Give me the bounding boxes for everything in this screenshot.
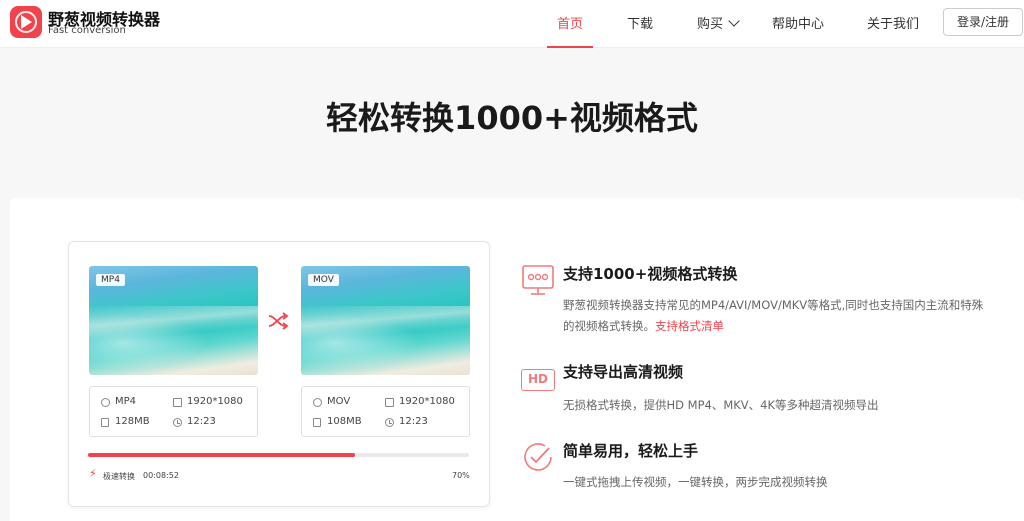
target-resolution: 1920*1080 bbox=[399, 396, 455, 407]
active-nav-indicator bbox=[547, 46, 593, 48]
feature-desc-formats: 野葱视频转换器支持常见的MP4/AVI/MOV/MKV等格式,同时也支持国内主流… bbox=[563, 295, 993, 337]
app-logo-icon[interactable] bbox=[10, 6, 42, 38]
nav-download[interactable]: 下载 bbox=[627, 13, 653, 32]
target-size: 108MB bbox=[327, 416, 362, 427]
clock-icon bbox=[385, 418, 394, 427]
progress-percent: 70% bbox=[452, 471, 470, 480]
feature-desc-formats-text: 野葱视频转换器支持常见的MP4/AVI/MOV/MKV等格式,同时也支持国内主流… bbox=[563, 298, 984, 333]
hero-title: 轻松转换1000+视频格式 bbox=[326, 99, 698, 137]
nav-buy[interactable]: 购买 bbox=[697, 13, 723, 32]
conversion-progress-bar bbox=[88, 453, 469, 457]
file-size-icon bbox=[101, 418, 109, 427]
thumbnail-reef bbox=[89, 306, 258, 342]
source-info-box bbox=[89, 386, 258, 437]
feature-title-formats: 支持1000+视频格式转换 bbox=[563, 265, 738, 283]
login-register-button[interactable]: 登录/注册 bbox=[943, 8, 1023, 36]
format-icon bbox=[101, 398, 110, 407]
play-icon bbox=[21, 15, 32, 29]
target-format: MOV bbox=[327, 396, 351, 407]
feature-desc-hd: 无损格式转换，提供HD MP4、MKV、4K等多种超清视频导出 bbox=[563, 398, 879, 412]
resolution-icon bbox=[173, 398, 182, 407]
lightning-icon: ⚡ bbox=[89, 467, 97, 480]
feature-desc-easy: 一键式拖拽上传视频，一键转换，两步完成视频转换 bbox=[563, 475, 828, 489]
resolution-icon bbox=[385, 398, 394, 407]
check-circle-icon bbox=[524, 443, 552, 471]
source-resolution: 1920*1080 bbox=[187, 396, 243, 407]
source-duration: 12:23 bbox=[187, 416, 216, 427]
feature-title-easy: 简单易用，轻松上手 bbox=[563, 442, 699, 460]
monitor-icon bbox=[522, 265, 554, 295]
target-video-thumbnail: MOV bbox=[301, 266, 470, 375]
source-size: 128MB bbox=[115, 416, 150, 427]
hd-icon: HD bbox=[521, 369, 555, 391]
nav-home[interactable]: 首页 bbox=[557, 13, 583, 32]
speed-mode-label: 极速转换 bbox=[103, 472, 135, 481]
chevron-down-icon[interactable] bbox=[728, 15, 740, 27]
target-info-box bbox=[301, 386, 470, 437]
progress-fill bbox=[88, 453, 355, 457]
clock-icon bbox=[173, 418, 182, 427]
thumbnail-reef bbox=[301, 306, 470, 342]
source-video-thumbnail: MP4 bbox=[89, 266, 258, 375]
feature-title-hd: 支持导出高清视频 bbox=[563, 363, 684, 381]
nav-about-us[interactable]: 关于我们 bbox=[867, 13, 919, 32]
file-size-icon bbox=[313, 418, 321, 427]
format-icon bbox=[313, 398, 322, 407]
top-header: 野葱视频转换器 Fast conversion 首页 下载 购买 帮助中心 关于… bbox=[0, 0, 1024, 48]
nav-help-center[interactable]: 帮助中心 bbox=[772, 13, 824, 32]
supported-formats-link[interactable]: 支持格式清单 bbox=[655, 319, 724, 333]
elapsed-time: 00:08:52 bbox=[143, 471, 179, 480]
target-format-tag: MOV bbox=[308, 274, 339, 286]
source-format: MP4 bbox=[115, 396, 137, 407]
convert-swap-icon bbox=[268, 312, 289, 330]
brand-subtitle: Fast conversion bbox=[48, 25, 126, 36]
target-duration: 12:23 bbox=[399, 416, 428, 427]
source-format-tag: MP4 bbox=[96, 274, 125, 286]
